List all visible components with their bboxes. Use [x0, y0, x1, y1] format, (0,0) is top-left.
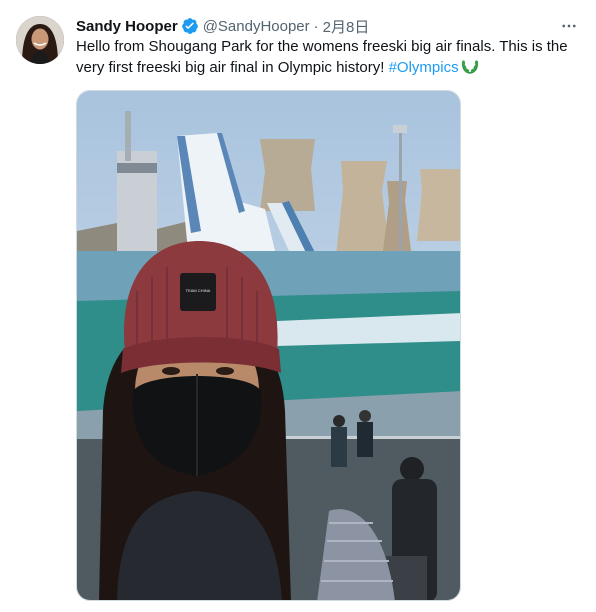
- tweet-card[interactable]: Sandy Hooper @SandyHooper · 2月8日 Hello f…: [0, 0, 596, 612]
- avatar-image: [16, 16, 64, 64]
- more-options-icon[interactable]: [558, 15, 580, 37]
- author-avatar[interactable]: [16, 16, 64, 64]
- tweet-text: Hello from Shougang Park for the womens …: [76, 37, 582, 78]
- author-handle[interactable]: @SandyHooper: [203, 18, 310, 35]
- tweet-body: Hello from Shougang Park for the womens …: [76, 38, 568, 76]
- tweet-photo[interactable]: TEAM CHINA: [76, 90, 461, 601]
- separator-dot: ·: [313, 17, 319, 35]
- verified-badge-icon: [181, 17, 199, 35]
- hashtag-link[interactable]: #Olympics: [389, 59, 459, 76]
- selfie-photo-image: [77, 91, 460, 600]
- olympic-laurel-icon: [460, 57, 480, 75]
- tweet-header: Sandy Hooper @SandyHooper · 2月8日: [76, 15, 580, 37]
- author-name[interactable]: Sandy Hooper: [76, 18, 178, 35]
- hat-patch-label: TEAM CHINA: [185, 288, 211, 293]
- tweet-date[interactable]: 2月8日: [323, 16, 370, 37]
